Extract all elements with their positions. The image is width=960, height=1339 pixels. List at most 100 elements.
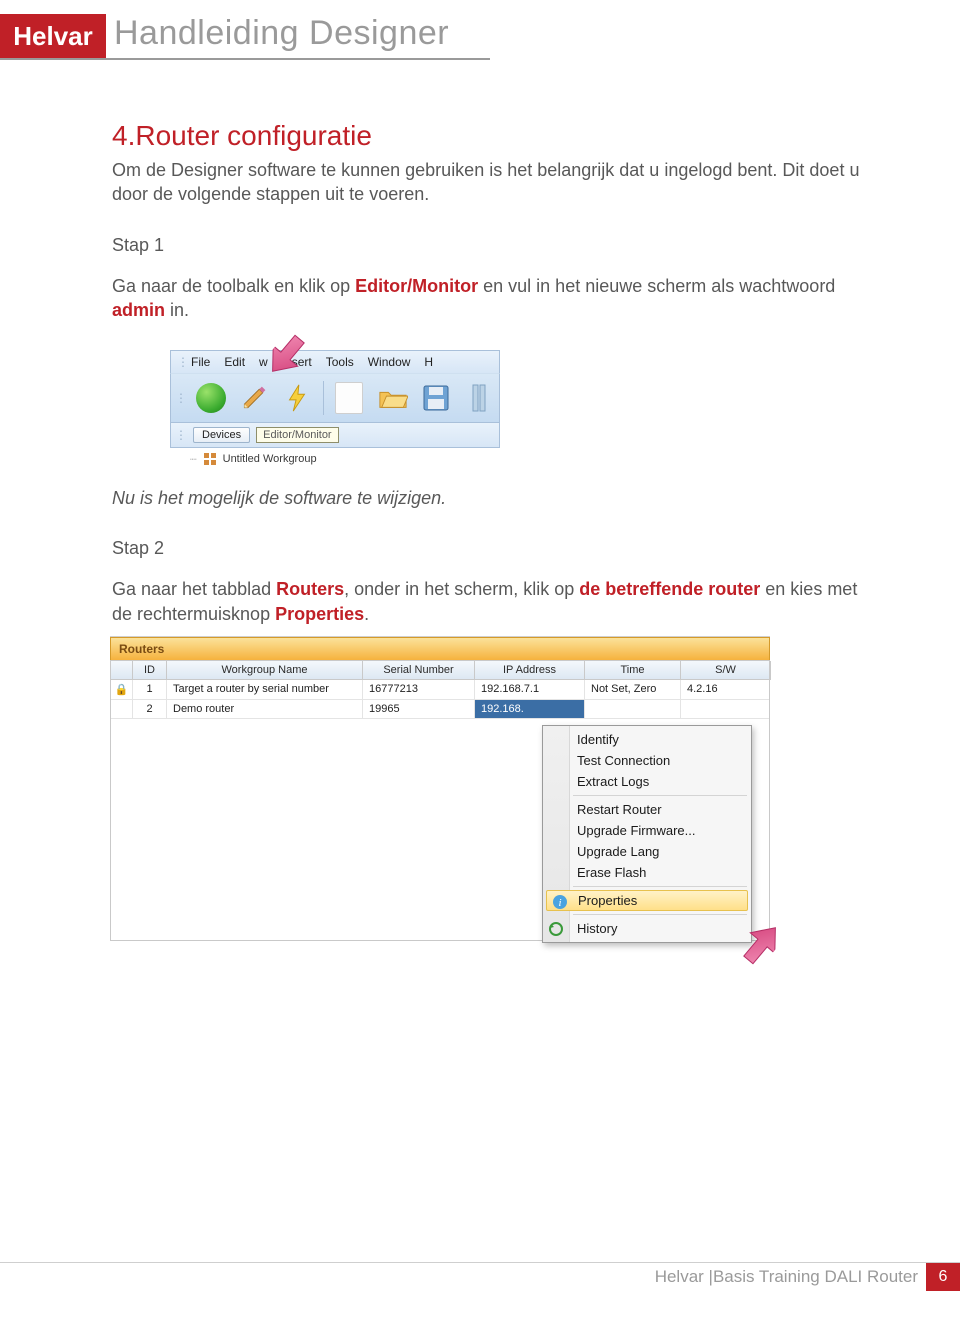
tree-label[interactable]: Untitled Workgroup — [223, 453, 317, 465]
lock-icon: 🔒 — [111, 680, 133, 700]
step1-accent-editor: Editor/Monitor — [355, 276, 478, 296]
toolbar-align-button[interactable] — [460, 378, 499, 418]
toolbar-open-button[interactable] — [373, 378, 412, 418]
step2-accent-routers: Routers — [276, 579, 344, 599]
cell-name: Demo router — [167, 700, 363, 719]
doc-title: Handleiding Designer — [114, 14, 449, 53]
brand-badge: Helvar — [0, 14, 106, 59]
col-sw[interactable]: S/W — [681, 661, 771, 680]
cell-ip: 192.168.7.1 — [475, 680, 585, 700]
history-icon — [548, 921, 564, 937]
grip-icon: ⋮ — [177, 355, 187, 369]
ctx-separator — [573, 795, 747, 796]
ctx-history[interactable]: History — [543, 918, 751, 939]
cell-name: Target a router by serial number — [167, 680, 363, 700]
workgroup-icon — [203, 452, 217, 466]
step1-post: in. — [165, 300, 189, 320]
t: Ga naar het tabblad — [112, 579, 276, 599]
grip-icon: ⋮ — [175, 428, 187, 442]
step2-label: Stap 2 — [112, 538, 862, 559]
toolbar-monitor-button[interactable] — [191, 378, 230, 418]
toolbar-new-button[interactable] — [330, 378, 369, 418]
ctx-extract-logs[interactable]: Extract Logs — [543, 771, 751, 792]
cell-serial: 16777213 — [363, 680, 475, 700]
tooltip-editor-monitor: Editor/Monitor — [256, 427, 338, 443]
section-title: 4.Router configuratie — [112, 120, 862, 152]
screenshot-toolbar: ⋮ File Edit w Insert Tools Window H ⋮ — [170, 350, 500, 466]
routers-tab[interactable]: Routers — [110, 637, 770, 660]
step2-text: Ga naar het tabblad Routers, onder in he… — [112, 577, 862, 626]
ctx-properties[interactable]: i Properties — [546, 890, 748, 911]
step1-after: Nu is het mogelijk de software te wijzig… — [112, 486, 862, 510]
section-intro: Om de Designer software te kunnen gebrui… — [112, 158, 862, 207]
menu-file[interactable]: File — [191, 355, 210, 369]
step1-mid: en vul in het nieuwe scherm als wachtwoo… — [478, 276, 835, 296]
step2-accent-properties: Properties — [275, 604, 364, 624]
grid-header: ID Workgroup Name Serial Number IP Addre… — [111, 661, 769, 680]
cell-sw: 4.2.16 — [681, 680, 769, 700]
ruler-icon — [470, 383, 488, 413]
cell-time — [585, 700, 681, 719]
devices-button[interactable]: Devices — [193, 427, 250, 443]
cell-time: Not Set, Zero — [585, 680, 681, 700]
lock-cell — [111, 700, 133, 719]
t: . — [364, 604, 369, 624]
footer-text: Helvar |Basis Training DALI Router — [655, 1267, 918, 1287]
cell-id: 2 — [133, 700, 167, 719]
table-row[interactable]: 2 Demo router 19965 192.168. — [111, 700, 769, 719]
step1-label: Stap 1 — [112, 235, 862, 256]
ctx-erase-flash[interactable]: Erase Flash — [543, 862, 751, 883]
cell-ip-selected: 192.168. — [475, 700, 585, 719]
ctx-separator — [573, 914, 747, 915]
svg-text:i: i — [558, 897, 561, 909]
page-footer: Helvar |Basis Training DALI Router 6 — [0, 1262, 960, 1291]
table-row[interactable]: 🔒 1 Target a router by serial number 167… — [111, 680, 769, 700]
folder-icon — [378, 386, 408, 410]
col-id[interactable]: ID — [133, 661, 167, 680]
col-lock — [111, 661, 133, 680]
ctx-test-connection[interactable]: Test Connection — [543, 750, 751, 771]
ctx-properties-label: Properties — [578, 893, 637, 908]
toolbar-row3: ⋮ Devices Editor/Monitor — [170, 423, 500, 448]
menu-edit[interactable]: Edit — [224, 355, 245, 369]
step1-pre: Ga naar de toolbalk en klik op — [112, 276, 355, 296]
toolbar-editor-button[interactable] — [234, 378, 273, 418]
col-name[interactable]: Workgroup Name — [167, 661, 363, 680]
toolbar-save-button[interactable] — [416, 378, 455, 418]
doc-header: Helvar Handleiding Designer — [0, 0, 960, 60]
ctx-history-label: History — [577, 921, 617, 936]
t: , onder in het scherm, klik op — [344, 579, 579, 599]
step2-accent-router: de betreffende router — [579, 579, 760, 599]
screenshot-routers: Routers ID Workgroup Name Serial Number … — [110, 636, 770, 941]
floppy-icon — [423, 385, 449, 411]
menu-window[interactable]: Window — [368, 355, 411, 369]
cell-sw — [681, 700, 769, 719]
tree-row: ┈ Untitled Workgroup — [170, 448, 500, 466]
blank-page-icon — [335, 382, 363, 414]
col-serial[interactable]: Serial Number — [363, 661, 475, 680]
cell-serial: 19965 — [363, 700, 475, 719]
col-ip[interactable]: IP Address — [475, 661, 585, 680]
ctx-upgrade-lang[interactable]: Upgrade Lang — [543, 841, 751, 862]
pencil-icon — [240, 384, 268, 412]
grip-icon: ⋮ — [175, 391, 187, 405]
header-rule — [0, 58, 490, 60]
page-number-badge: 6 — [926, 1263, 960, 1291]
ctx-identify[interactable]: Identify — [543, 729, 751, 750]
context-menu: Identify Test Connection Extract Logs Re… — [542, 725, 752, 943]
menu-tools[interactable]: Tools — [326, 355, 354, 369]
col-time[interactable]: Time — [585, 661, 681, 680]
toolbar: ⋮ — [170, 373, 500, 423]
circle-green-icon — [196, 383, 226, 413]
step1-accent-admin: admin — [112, 300, 165, 320]
info-icon: i — [552, 894, 568, 910]
tree-connector: ┈ — [190, 453, 197, 466]
ctx-upgrade-firmware[interactable]: Upgrade Firmware... — [543, 820, 751, 841]
ctx-separator — [573, 886, 747, 887]
step1-text: Ga naar de toolbalk en klik op Editor/Mo… — [112, 274, 862, 323]
menu-help[interactable]: H — [424, 355, 433, 369]
cell-id: 1 — [133, 680, 167, 700]
toolbar-separator — [323, 381, 324, 415]
ctx-restart-router[interactable]: Restart Router — [543, 799, 751, 820]
menu-bar: ⋮ File Edit w Insert Tools Window H — [170, 350, 500, 373]
